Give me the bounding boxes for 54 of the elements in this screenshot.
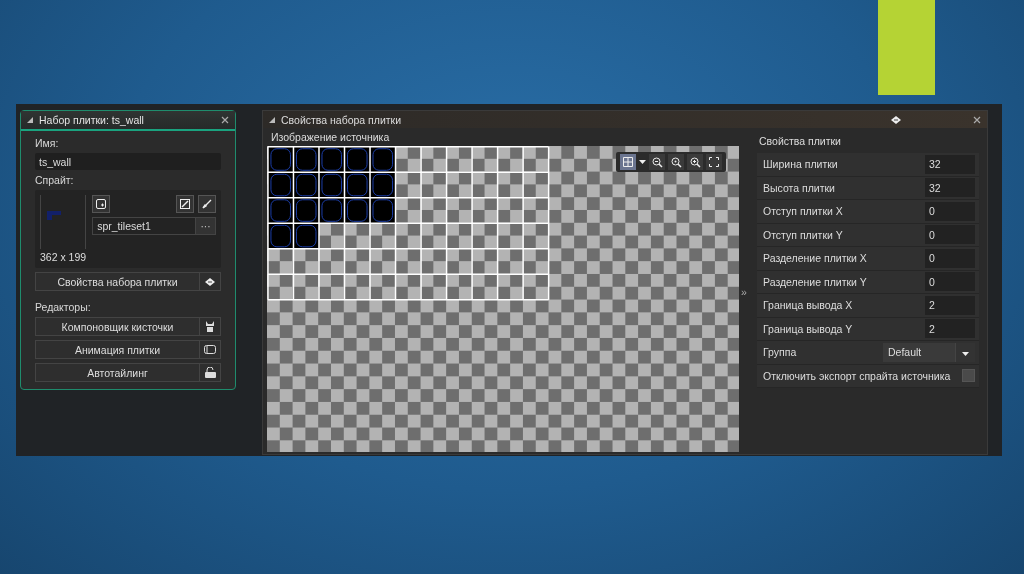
fullscreen-button[interactable] [706,154,722,170]
lock-icon [204,367,216,378]
property-label: Отступ плитки X [763,205,844,218]
property-label: Ширина плитки [763,158,839,171]
editors-label: Редакторы: [35,301,92,313]
name-field[interactable]: ts_wall [35,153,221,170]
brush-icon [202,199,212,209]
group-label: Группа [763,346,798,359]
section-title: Свойства плитки [758,134,842,149]
property-label: Отступ плитки Y [763,228,844,241]
zoom-out-button[interactable] [649,154,665,170]
property-label: Граница вывода X [763,299,854,312]
property-field[interactable]: 0 [925,248,975,268]
add-image-icon [96,199,107,209]
zoom-reset-button[interactable] [668,154,684,170]
diamond-icon [205,277,215,286]
brush-button[interactable] [198,195,216,213]
grid-toggle-button[interactable] [620,154,636,170]
window-title: Свойства набора плитки [281,113,403,126]
property-label: Разделение плитки Y [763,275,868,288]
property-field[interactable]: 2 [925,295,975,315]
sprite-thumbnail [47,211,61,220]
sprite-label: Спрайт: [35,174,75,186]
property-field[interactable]: 32 [925,154,975,174]
edit-icon [180,199,190,209]
property-field[interactable]: 0 [925,272,975,292]
property-field[interactable]: 0 [925,201,975,221]
name-label: Имя: [35,137,60,149]
panel-title: Набор плитки: ts_wall [39,114,145,126]
zoom-in-button[interactable] [687,154,703,170]
sprite-size: 362 x 199 [40,251,87,263]
new-sprite-button[interactable] [92,195,111,213]
browse-button[interactable]: ··· [195,218,215,234]
collapse-icon[interactable] [269,116,275,123]
sprite-select[interactable]: spr_tileset1 ··· [92,217,216,235]
property-label: Высота плитки [763,181,836,194]
property-label: Разделение плитки X [763,252,868,265]
edit-image-button[interactable] [176,195,194,213]
section-title: Изображение источника [270,131,391,143]
property-field[interactable]: 2 [925,319,975,339]
group-dropdown[interactable]: Default [883,342,975,362]
collapse-icon[interactable] [27,117,33,123]
film-icon [204,345,216,354]
property-label: Граница вывода Y [763,322,854,335]
property-field[interactable]: 32 [925,178,975,198]
close-icon[interactable] [221,116,229,124]
stamp-icon [205,321,215,332]
property-field[interactable]: 0 [925,225,975,245]
close-icon[interactable] [973,115,981,124]
caret-icon[interactable] [955,342,975,362]
diamond-icon [891,115,901,124]
splitter-handle[interactable]: » [741,285,747,298]
export-checkbox-label: Отключить экспорт спрайта источника [763,369,952,382]
checkbox[interactable] [962,369,975,383]
